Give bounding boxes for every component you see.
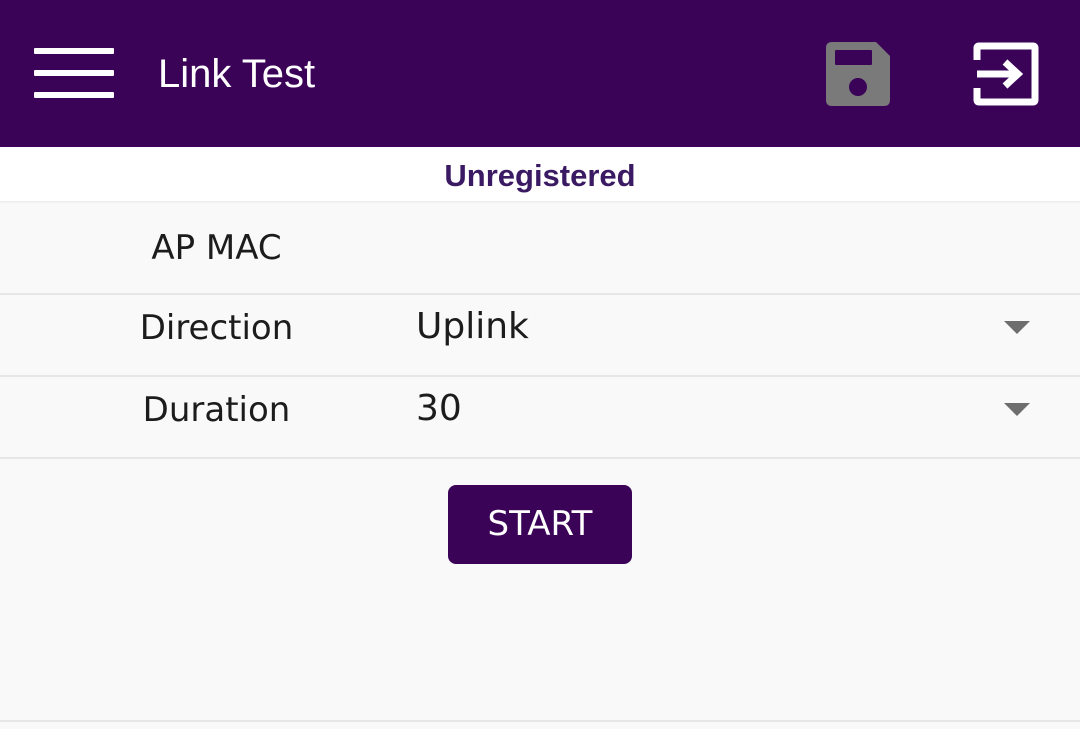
start-button[interactable]: START <box>448 485 632 564</box>
hamburger-menu-icon[interactable] <box>34 48 114 98</box>
exit-icon[interactable] <box>973 42 1039 106</box>
direction-select-value[interactable]: Uplink <box>416 306 529 348</box>
app-title: Link Test <box>158 52 316 96</box>
ap-mac-row: AP MAC <box>0 201 1080 295</box>
duration-row[interactable]: Duration 30 <box>0 377 1080 459</box>
direction-row[interactable]: Direction Uplink <box>0 295 1080 377</box>
ap-mac-label: AP MAC <box>151 228 282 268</box>
duration-label: Duration <box>142 390 291 430</box>
duration-select-value[interactable]: 30 <box>416 388 462 430</box>
direction-label: Direction <box>139 308 294 348</box>
app-bar: Link Test <box>0 0 1080 147</box>
registration-status: Unregistered <box>444 158 636 193</box>
save-icon[interactable] <box>826 42 890 106</box>
bottom-divider <box>0 720 1080 722</box>
direction-dropdown-arrow-icon[interactable] <box>1004 321 1030 334</box>
duration-dropdown-arrow-icon[interactable] <box>1004 403 1030 416</box>
